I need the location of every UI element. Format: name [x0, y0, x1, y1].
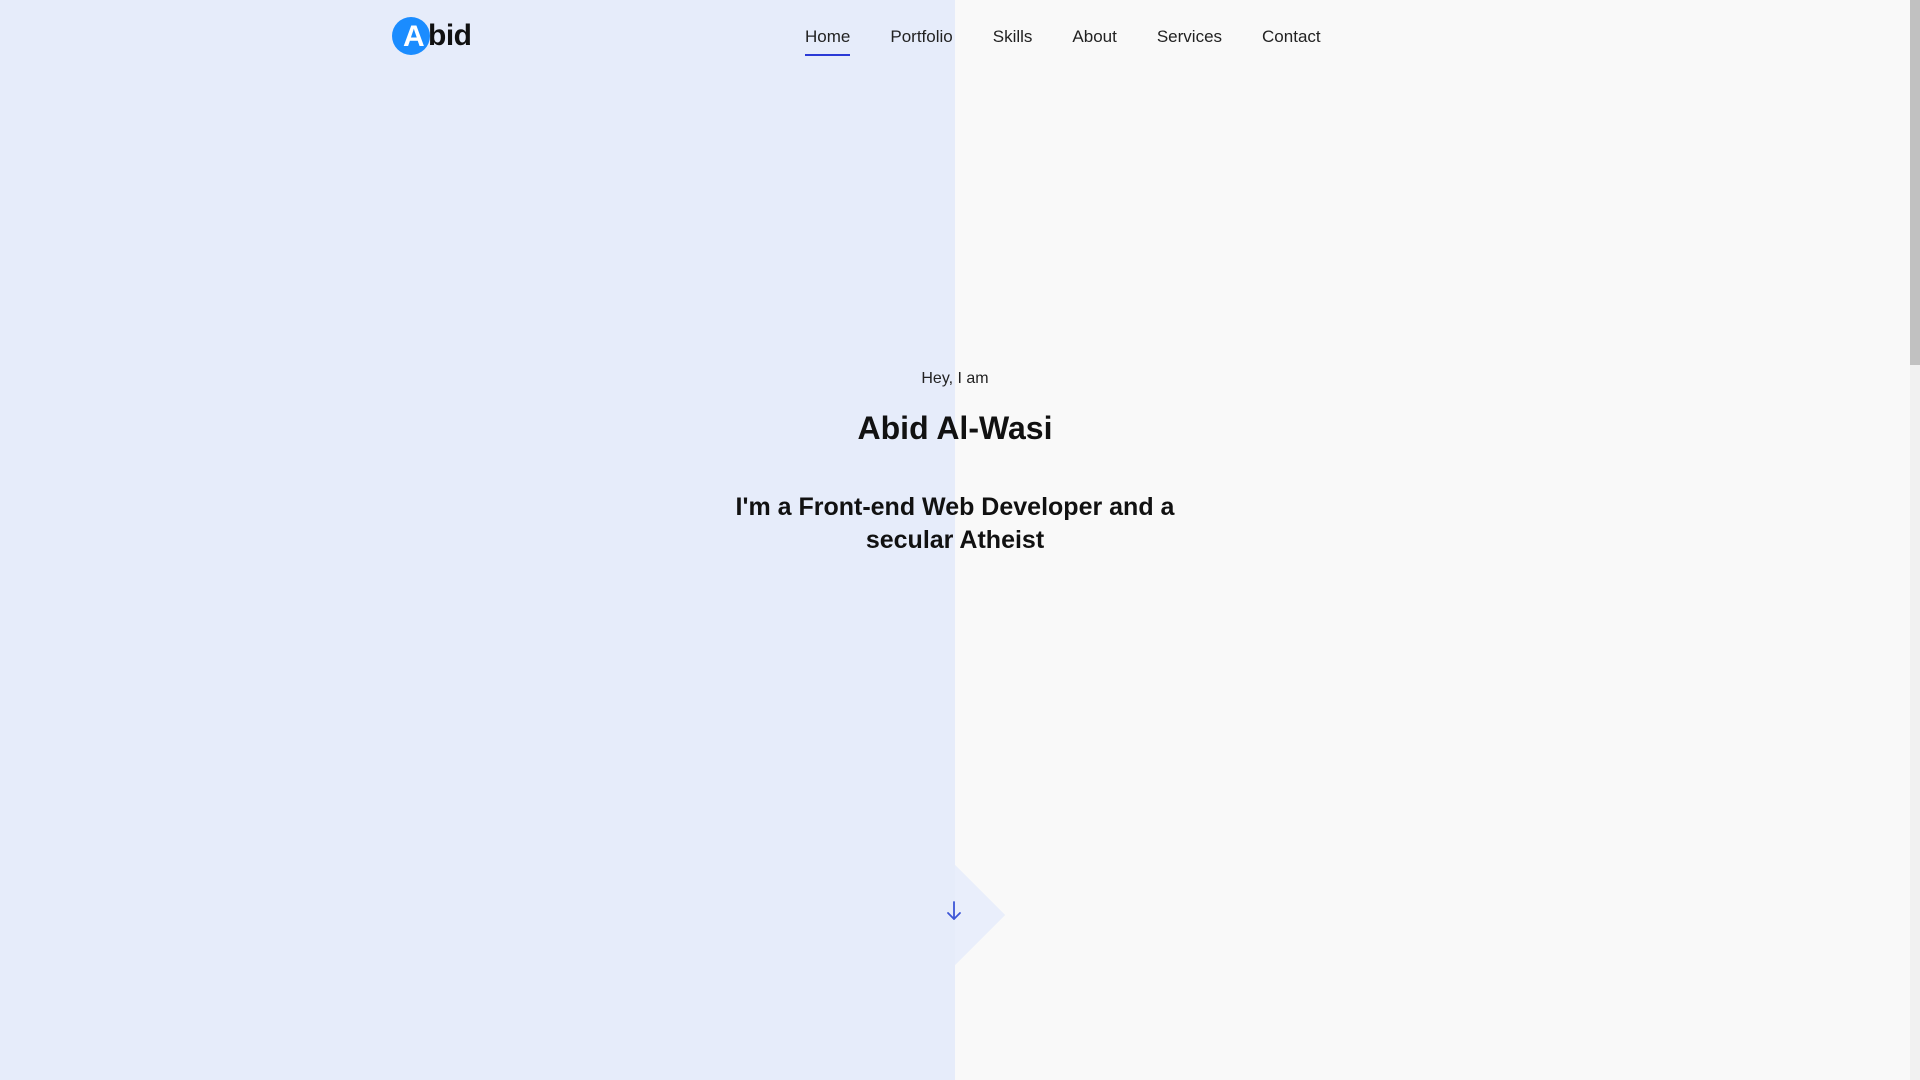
logo-circle: A — [392, 17, 430, 55]
scroll-down-right-half — [955, 865, 1005, 965]
nav-services[interactable]: Services — [1157, 24, 1222, 56]
nav-skills[interactable]: Skills — [993, 24, 1033, 56]
hero-name: Abid Al-Wasi — [857, 410, 1053, 446]
scrollbar-thumb[interactable] — [1910, 0, 1920, 365]
nav-contact[interactable]: Contact — [1262, 24, 1321, 56]
hero-tagline: I'm a Front-end Web Developer and a secu… — [735, 493, 1175, 554]
nav-home[interactable]: Home — [805, 24, 851, 56]
scroll-down-shape — [905, 865, 1005, 965]
scroll-down-button[interactable] — [905, 865, 1005, 965]
hero-greeting: Hey, I am — [921, 370, 989, 387]
main-nav: Home Portfolio Skills About Services Con… — [805, 24, 1361, 56]
site-logo[interactable]: A bid — [392, 16, 472, 56]
nav-about[interactable]: About — [1072, 24, 1116, 56]
page-scrollbar[interactable] — [1910, 0, 1920, 1080]
logo-first-letter: A — [403, 20, 425, 53]
hero-section: Hey, I am Abid Al-Wasi I'm a Front-end W… — [0, 370, 1910, 557]
logo-text: bid — [428, 19, 472, 52]
nav-portfolio[interactable]: Portfolio — [890, 24, 952, 56]
